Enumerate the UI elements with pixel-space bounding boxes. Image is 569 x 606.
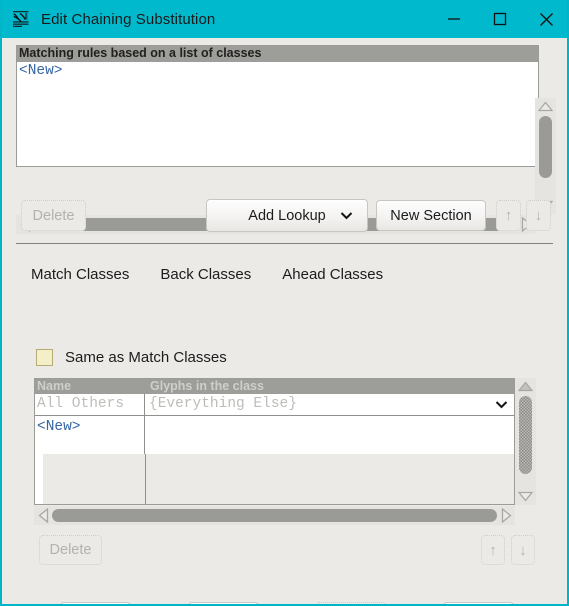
class-table-header-name: Name [37,379,72,393]
add-lookup-button[interactable]: Add Lookup [206,199,368,232]
matching-rules-listbox[interactable]: Matching rules based on a list of classe… [16,45,539,167]
move-class-down-button[interactable]: ↓ [511,535,535,565]
table-row[interactable]: <New> [35,416,514,454]
close-icon[interactable] [523,0,567,38]
class-table-header: Name Glyphs in the class [35,379,514,394]
scroll-up-arrow[interactable] [515,378,536,395]
class-table[interactable]: Name Glyphs in the class All Others {Eve… [34,378,515,505]
new-section-button[interactable]: New Section [376,200,486,231]
scroll-down-arrow[interactable] [515,488,536,505]
scroll-left-arrow[interactable] [34,508,52,523]
cancel-button[interactable]: Cancel [443,602,514,604]
move-class-down-label: ↓ [519,541,527,559]
fontforge-app-icon [13,11,29,27]
class-name-cell[interactable]: All Others [35,394,145,415]
move-rule-down-button[interactable]: ↓ [526,200,551,231]
next-button[interactable]: Next > [315,602,386,604]
class-glyphs-cell[interactable]: {Everything Else} [145,394,514,415]
maximize-icon[interactable] [477,0,523,38]
scroll-thumb[interactable] [52,509,497,522]
tab-match-classes[interactable]: Match Classes [31,266,129,283]
delete-class-button[interactable]: Delete [39,535,102,565]
scroll-track[interactable] [52,506,497,525]
window-title: Edit Chaining Substitution [41,10,216,28]
add-lookup-label: Add Lookup [248,207,326,224]
tab-back-classes[interactable]: Back Classes [160,266,251,283]
move-rule-up-label: ↑ [504,207,513,224]
move-rule-up-button[interactable]: ↑ [496,200,521,231]
class-table-horizontal-scrollbar[interactable] [34,506,515,525]
section-divider [16,243,553,244]
same-as-match-classes-checkbox[interactable] [36,349,53,366]
list-item[interactable]: <New> [17,62,538,80]
class-table-vertical-scrollbar[interactable] [515,378,536,505]
class-table-empty-area [35,454,514,504]
same-as-match-classes-row[interactable]: Same as Match Classes [36,349,227,366]
matching-rules-column-header: Matching rules based on a list of classe… [17,46,538,62]
minimize-icon[interactable] [431,0,477,38]
table-column-divider [145,454,146,504]
move-rule-down-label: ↓ [534,207,543,224]
scroll-track[interactable] [515,395,536,488]
edit-chaining-substitution-dialog: Edit Chaining Substitution Matching rule… [0,0,569,606]
delete-rule-button[interactable]: Delete [21,200,86,231]
chevron-down-icon[interactable] [340,211,353,220]
scroll-thumb[interactable] [519,396,532,474]
scroll-track[interactable] [535,115,556,197]
scroll-thumb[interactable] [539,116,552,178]
new-section-label: New Section [390,207,472,224]
class-table-header-glyphs: Glyphs in the class [150,379,264,393]
tab-ahead-classes[interactable]: Ahead Classes [282,266,383,283]
chevron-down-icon[interactable] [495,394,508,415]
move-class-up-button[interactable]: ↑ [481,535,505,565]
delete-class-label: Delete [49,542,92,558]
class-name-cell[interactable]: <New> [35,416,145,454]
class-tabs: Match Classes Back Classes Ahead Classes [31,266,414,283]
prev-button[interactable]: < Prev [188,602,259,604]
scroll-right-arrow[interactable] [497,508,515,523]
table-row[interactable]: All Others {Everything Else} [35,394,514,416]
ok-button[interactable]: OK [60,602,131,604]
table-left-edge [35,454,43,504]
dialog-body: Matching rules based on a list of classe… [2,38,567,604]
window-controls [431,0,567,38]
delete-rule-label: Delete [32,207,75,224]
same-as-match-classes-label: Same as Match Classes [65,349,227,366]
matching-rules-vertical-scrollbar[interactable] [535,98,556,214]
move-class-up-label: ↑ [489,541,497,559]
scroll-up-arrow[interactable] [535,98,556,115]
title-bar: Edit Chaining Substitution [2,0,567,38]
class-glyphs-cell[interactable] [145,416,514,454]
